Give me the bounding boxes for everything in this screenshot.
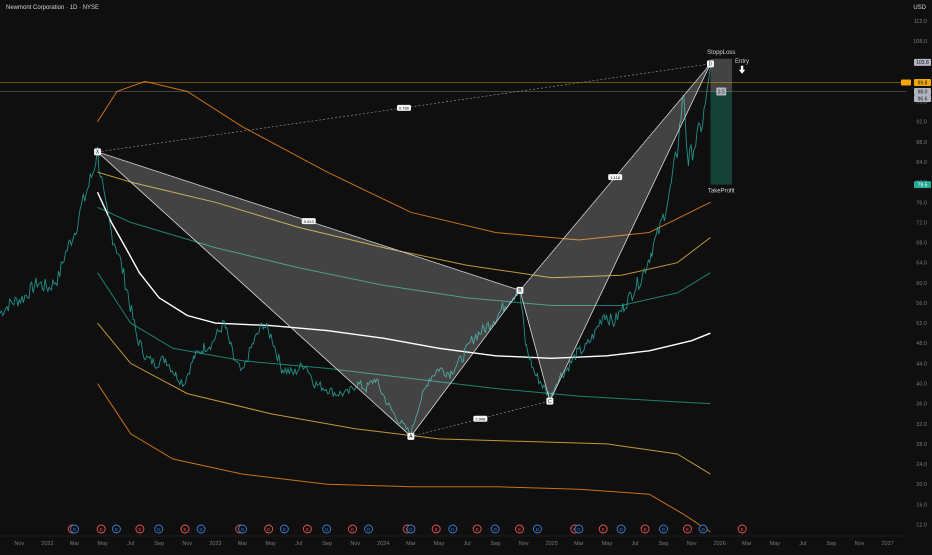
x-tick-label: Mar [406,541,416,547]
price-label-text: 99.8 [918,80,928,86]
y-tick-label: 64.0 [916,261,927,267]
event-label: E [518,527,521,532]
pattern-triangle-xab [97,151,521,437]
x-tick-label: Jul [295,541,302,547]
event-label: E [306,527,309,532]
y-tick-label: 112.0 [914,19,927,25]
x-tick-label: May [265,541,276,547]
x-tick-label: 2023 [209,541,221,547]
x-tick-label: Jul [127,541,134,547]
event-label: E [602,527,605,532]
pattern-point-label: C [548,399,552,405]
x-tick-label: 2025 [546,541,558,547]
x-tick-label: May [434,541,445,547]
y-tick-label: 84.0 [916,160,927,166]
event-label: E [138,527,141,532]
event-label: E [741,527,744,532]
entry-label: Entry [735,59,749,65]
event-label: E [644,527,647,532]
x-tick-label: May [97,541,108,547]
pattern-ratio-label: 2.948 [475,417,486,422]
x-tick-label: Nov [350,541,360,547]
x-tick-label: Mar [574,541,584,547]
pattern-ratio-label: 0.786 [399,106,410,111]
price-label-text: 96.6 [918,96,928,102]
chart-title: Newmont Corporation · 1D · NYSE [6,5,100,11]
y-tick-label: 72.0 [916,220,927,226]
take-profit-label: TakeProfit [708,189,735,195]
y-tick-label: 60.0 [916,281,927,287]
event-label: E [435,527,438,532]
y-tick-label: 32.0 [916,422,927,428]
x-tick-label: Mar [70,541,80,547]
stop-loss-zone [710,58,733,92]
x-tick-label: 2022 [41,541,53,547]
risk-reward-label: 3.5 [718,90,725,96]
price-label-text: 103.8 [916,60,929,66]
y-tick-label: 16.0 [916,502,927,508]
y-tick-label: 36.0 [916,402,927,408]
y-tick-label: 68.0 [916,241,927,247]
x-tick-label: Sep [154,541,164,547]
x-tick-label: May [602,541,613,547]
y-tick-label: 44.0 [916,361,927,367]
event-label: E [183,527,186,532]
entry-arrow-icon [738,65,746,74]
y-tick-label: 76.0 [916,200,927,206]
event-label: E [476,527,479,532]
x-tick-label: 2027 [881,541,893,547]
y-tick-label: 40.0 [916,381,927,387]
x-tick-label: Nov [519,541,529,547]
chart-root: Newmont Corporation · 1D · NYSE USD 12.0… [0,0,932,550]
current-price-marker [901,79,911,86]
currency-label: USD [913,5,926,11]
y-tick-label: 48.0 [916,341,927,347]
price-label-text: 79.5 [918,182,928,188]
pattern-ratio-label: 0.513 [304,219,315,224]
y-tick-label: 12.0 [916,522,927,528]
y-tick-label: 28.0 [916,442,927,448]
x-tick-label: Sep [659,541,669,547]
price-label-text: 98.0 [918,89,928,95]
x-tick-label: Sep [322,541,332,547]
x-tick-label: Sep [827,541,837,547]
x-tick-label: Nov [14,541,24,547]
x-tick-label: Jul [799,541,806,547]
y-tick-label: 92.0 [916,120,927,126]
x-tick-label: Mar [742,541,752,547]
pattern-ratio-label: 1.116 [610,175,620,180]
x-tick-label: Jul [464,541,471,547]
event-label: E [351,527,354,532]
y-tick-label: 20.0 [916,482,927,488]
event-label: E [100,527,103,532]
x-tick-label: Sep [491,541,501,547]
y-tick-label: 56.0 [916,301,927,307]
y-tick-label: 24.0 [916,462,927,468]
chart-svg[interactable]: 12.0 16.0 20.0 24.0 28.0 32.0 36.0 40.0 44.0 48.0… [0,0,932,550]
x-tick-label: Nov [687,541,697,547]
x-tick-label: May [770,541,781,547]
x-tick-label: Mar [238,541,248,547]
y-tick-label: 52.0 [916,321,927,327]
y-tick-label: 88.0 [916,140,927,146]
x-tick-label: 2026 [714,541,726,547]
event-label: E [686,527,689,532]
stop-loss-label: StoppLoss [707,50,735,56]
x-tick-label: Nov [182,541,192,547]
x-tick-label: Jul [631,541,638,547]
x-tick-label: 2024 [377,541,389,547]
pattern-triangle-bcd [519,63,711,403]
take-profit-zone [710,91,733,185]
y-tick-label: 108.0 [913,39,927,45]
x-tick-label: Nov [855,541,865,547]
event-label: E [267,527,270,532]
